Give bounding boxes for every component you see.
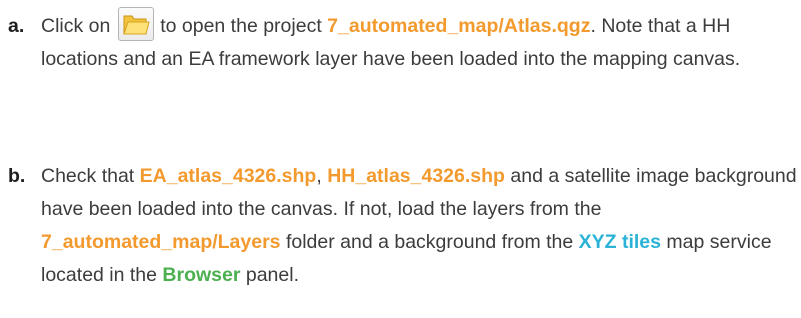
layers-folder-path: 7_automated_map/Layers [41,231,281,253]
open-project-button[interactable] [117,6,154,41]
step-text: folder and a background from the [280,231,579,253]
step-b: b. Check that EA_atlas_4326.shp, HH_atla… [8,160,801,292]
step-a: a. Click on to open the project 7_automa… [8,6,801,76]
browser-panel-name: Browser [162,264,241,286]
step-text: Click on [41,15,116,37]
xyz-tiles-name: XYZ tiles [578,231,662,253]
step-text: to open the project [154,15,328,37]
step-text: , [316,165,328,187]
ea-layer-name: EA_atlas_4326.shp [139,165,317,187]
step-marker: a. [8,15,25,37]
step-text: panel. [240,264,300,286]
hh-layer-name: HH_atlas_4326.shp [327,165,505,187]
step-marker: b. [8,165,26,187]
open-folder-icon [123,15,150,35]
step-text: Check that [41,165,140,187]
project-path: 7_automated_map/Atlas.qgz [327,15,591,37]
